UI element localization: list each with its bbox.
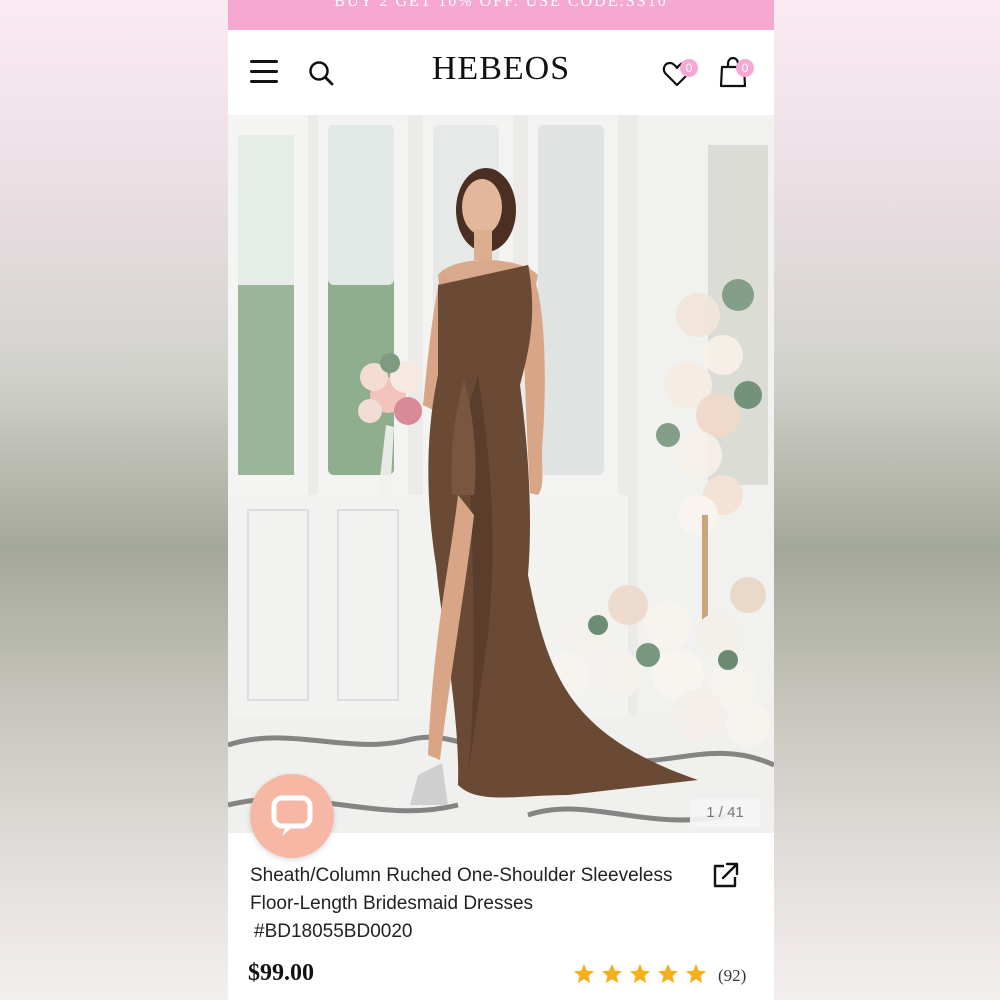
star-icon [686, 964, 706, 983]
chat-bubble-icon [271, 795, 313, 836]
cart-count-badge: 0 [736, 59, 754, 77]
review-count[interactable]: (92) [718, 966, 746, 986]
product-title: Sheath/Column Ruched One-Shoulder Sleeve… [250, 862, 710, 946]
product-title-line2: Floor-Length Bridesmaid Dresses [250, 893, 534, 914]
site-header: HEBEOS 0 0 [228, 30, 774, 115]
product-sku: #BD18055BD0020 [254, 921, 413, 942]
wishlist-count-badge: 0 [680, 59, 698, 77]
star-icon [574, 964, 594, 983]
chat-button[interactable] [250, 774, 334, 858]
star-icon [630, 964, 650, 983]
mobile-page: BUY 2 GET 10% OFF. USE CODE:SS10 HEBEOS … [228, 0, 774, 1000]
share-icon[interactable] [710, 861, 740, 891]
background-blur-left [0, 0, 228, 1000]
product-image-gallery[interactable]: 1 / 41 [228, 115, 774, 833]
product-title-line1: Sheath/Column Ruched One-Shoulder Sleeve… [250, 865, 673, 886]
promo-text: BUY 2 GET 10% OFF. USE CODE:SS10 [334, 0, 668, 10]
gallery-counter: 1 / 41 [690, 799, 760, 827]
star-icon [602, 964, 622, 983]
product-price: $99.00 [248, 960, 314, 986]
background-blur-right [772, 0, 1000, 1000]
product-photo [228, 115, 774, 833]
promo-banner[interactable]: BUY 2 GET 10% OFF. USE CODE:SS10 [228, 0, 774, 30]
rating-stars[interactable] [572, 962, 708, 986]
star-icon [658, 964, 678, 983]
